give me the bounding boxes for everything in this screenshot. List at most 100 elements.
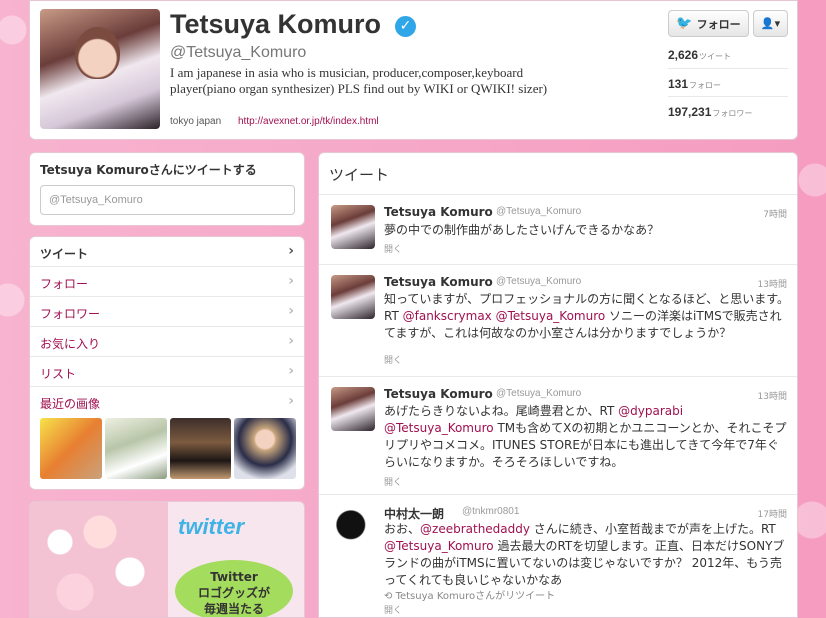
- tweet-item[interactable]: 中村太一朗 @tnkmr0801 17時間 おお、@zeebrathedaddy…: [319, 495, 797, 617]
- nav-item-label: リスト: [40, 367, 77, 381]
- tweet-text: 夢の中での制作曲があしたさいげんできるかなあ？: [384, 223, 660, 237]
- tweet-to-title: Tetsuya Komuroさんにツイートする: [40, 163, 257, 177]
- stat-tweets-label: ツイート: [699, 52, 732, 61]
- chevron-right-icon: ›: [288, 363, 294, 379]
- tweet-author-handle[interactable]: @Tetsuya_Komuro: [496, 206, 581, 217]
- tweet-open-link[interactable]: 開く: [384, 353, 402, 366]
- verified-badge-icon: ✓: [395, 16, 416, 37]
- tweet-avatar[interactable]: [331, 205, 375, 249]
- tweet-author-name[interactable]: Tetsuya Komuro: [384, 275, 493, 289]
- chevron-right-icon: ›: [288, 273, 294, 289]
- tweet-to-box: Tetsuya Komuroさんにツイートする @Tetsuya_Komuro: [29, 152, 305, 226]
- tweet-timestamp[interactable]: 17時間: [758, 507, 787, 520]
- tweet-author-name[interactable]: Tetsuya Komuro: [384, 205, 493, 219]
- profile-name: Tetsuya Komuro: [170, 9, 382, 39]
- tweet-text-part: おお、: [384, 522, 421, 536]
- profile-handle: @Tetsuya_Komuro: [170, 44, 307, 61]
- stat-following-value: 131: [668, 77, 689, 91]
- nav-item-followers[interactable]: フォロワー ›: [30, 297, 304, 327]
- tweet-to-input[interactable]: @Tetsuya_Komuro: [40, 185, 295, 215]
- profile-avatar[interactable]: [40, 9, 160, 129]
- follow-button-label: フォロー: [696, 17, 741, 31]
- mention-link[interactable]: @dyparabi: [618, 404, 683, 418]
- user-actions-dropdown[interactable]: 👤▾: [753, 10, 788, 37]
- mention-link[interactable]: @zeebrathedaddy: [420, 522, 530, 536]
- chevron-right-icon: ›: [288, 243, 294, 259]
- tweet-timestamp[interactable]: 13時間: [758, 389, 787, 402]
- tweet-open-link[interactable]: 開く: [384, 242, 402, 255]
- nav-item-lists[interactable]: リスト ›: [30, 357, 304, 387]
- tweet-avatar[interactable]: [331, 275, 375, 319]
- profile-location: tokyo japan: [170, 116, 222, 127]
- nav-item-recent-images[interactable]: 最近の画像 ›: [30, 387, 304, 417]
- nav-item-label: フォロワー: [40, 307, 101, 321]
- retweeted-by-note: ⟲ Tetsuya Komuroさんがリツイート: [384, 587, 555, 602]
- nav-item-label: ツイート: [40, 247, 89, 261]
- profile-bio: I am japanese in asia who is musician, p…: [170, 65, 548, 96]
- stat-divider: [668, 68, 788, 69]
- nav-item-label: お気に入り: [40, 337, 101, 351]
- stat-tweets[interactable]: 2,626ツイート: [668, 48, 788, 62]
- stat-tweets-value: 2,626: [668, 48, 699, 62]
- mention-link[interactable]: @Tetsuya_Komuro: [384, 539, 494, 553]
- person-dropdown-icon: 👤▾: [760, 17, 781, 30]
- tweet-author-handle[interactable]: @Tetsuya_Komuro: [496, 276, 581, 287]
- tweet-avatar[interactable]: [331, 505, 375, 549]
- chevron-right-icon: ›: [288, 303, 294, 319]
- stat-followers[interactable]: 197,231フォロワー: [668, 105, 788, 119]
- stat-followers-label: フォロワー: [712, 109, 753, 118]
- tweet-timestamp[interactable]: 13時間: [758, 277, 787, 290]
- tweet-item[interactable]: Tetsuya Komuro @Tetsuya_Komuro 13時間 あげたら…: [319, 377, 797, 495]
- nav-item-label: フォロー: [40, 277, 89, 291]
- ad-line-2: ロゴグッズが: [197, 586, 270, 600]
- stat-following[interactable]: 131フォロー: [668, 77, 788, 91]
- ad-line-1: Twitter: [210, 570, 258, 584]
- tweet-text: おお、@zeebrathedaddy さんに続き、小室哲哉までが声を上げた。RT…: [384, 521, 789, 589]
- recent-images-grid: [40, 418, 296, 479]
- tweet-timeline: ツイート Tetsuya Komuro @Tetsuya_Komuro 7時間 …: [318, 152, 798, 618]
- tweet-author-name[interactable]: 中村太一朗: [384, 505, 444, 522]
- tweet-open-link[interactable]: 開く: [384, 603, 402, 616]
- profile-url-link[interactable]: http://avexnet.or.jp/tk/index.html: [238, 116, 379, 127]
- tweet-timestamp[interactable]: 7時間: [763, 207, 787, 220]
- nav-item-following[interactable]: フォロー ›: [30, 267, 304, 297]
- tweet-text: あげたらきりないよね。尾崎豊君とか、RT @dyparabi @Tetsuya_…: [384, 403, 789, 471]
- mention-link[interactable]: @Tetsuya_Komuro: [496, 309, 606, 323]
- follow-button[interactable]: 🐦 フォロー: [668, 10, 749, 37]
- stat-following-label: フォロー: [689, 81, 722, 90]
- tweet-text-part: あげたらきりないよね。尾崎豊君とか、RT: [384, 404, 619, 418]
- nav-item-favorites[interactable]: お気に入り ›: [30, 327, 304, 357]
- cherry-blossom-image: [30, 502, 168, 617]
- recent-image-thumbnail[interactable]: [169, 418, 232, 479]
- tweet-author-handle[interactable]: @Tetsuya_Komuro: [496, 388, 581, 399]
- mention-link[interactable]: @fankscrymax: [403, 309, 492, 323]
- recent-image-thumbnail[interactable]: [234, 418, 296, 479]
- tweet-author-name[interactable]: Tetsuya Komuro: [384, 387, 493, 401]
- stat-followers-value: 197,231: [668, 105, 712, 119]
- tweet-item[interactable]: Tetsuya Komuro @Tetsuya_Komuro 13時間 知ってい…: [319, 265, 797, 377]
- ad-promo-circle: Twitter ロゴグッズが 毎週当たる: [175, 560, 293, 617]
- retweeted-by-label: Tetsuya Komuroさんがリツイート: [395, 591, 556, 602]
- chevron-right-icon: ›: [288, 393, 294, 409]
- stat-divider: [668, 96, 788, 97]
- twitter-logo: twitter: [178, 514, 244, 539]
- timeline-title: ツイート: [319, 153, 797, 195]
- nav-item-label: 最近の画像: [40, 397, 101, 411]
- profile-header: Tetsuya Komuro ✓ @Tetsuya_Komuro I am ja…: [29, 0, 798, 140]
- tweet-text: 知っていますが、プロフェッショナルの方に聞くとなるほど、と思います。RT @fa…: [384, 291, 789, 342]
- profile-nav: ツイート › フォロー › フォロワー › お気に入り › リスト › 最近の画像 ›: [29, 236, 305, 490]
- nav-item-tweets[interactable]: ツイート ›: [30, 237, 304, 267]
- tweet-author-handle[interactable]: @tnkmr0801: [462, 506, 519, 517]
- mention-link[interactable]: @Tetsuya_Komuro: [384, 421, 494, 435]
- tweet-text-part: さんに続き、小室哲哉までが声を上げた。RT: [529, 522, 776, 536]
- tweet-item[interactable]: Tetsuya Komuro @Tetsuya_Komuro 7時間 夢の中での…: [319, 195, 797, 265]
- chevron-right-icon: ›: [288, 333, 294, 349]
- twitter-bird-icon: 🐦: [676, 16, 693, 31]
- tweet-avatar[interactable]: [331, 387, 375, 431]
- twitter-goods-ad[interactable]: twitter Twitter ロゴグッズが 毎週当たる: [29, 501, 305, 618]
- ad-line-3: 毎週当たる: [203, 602, 264, 616]
- retweet-icon: ⟲: [384, 591, 396, 602]
- recent-image-thumbnail[interactable]: [40, 418, 102, 479]
- recent-image-thumbnail[interactable]: [104, 418, 167, 479]
- tweet-open-link[interactable]: 開く: [384, 475, 402, 488]
